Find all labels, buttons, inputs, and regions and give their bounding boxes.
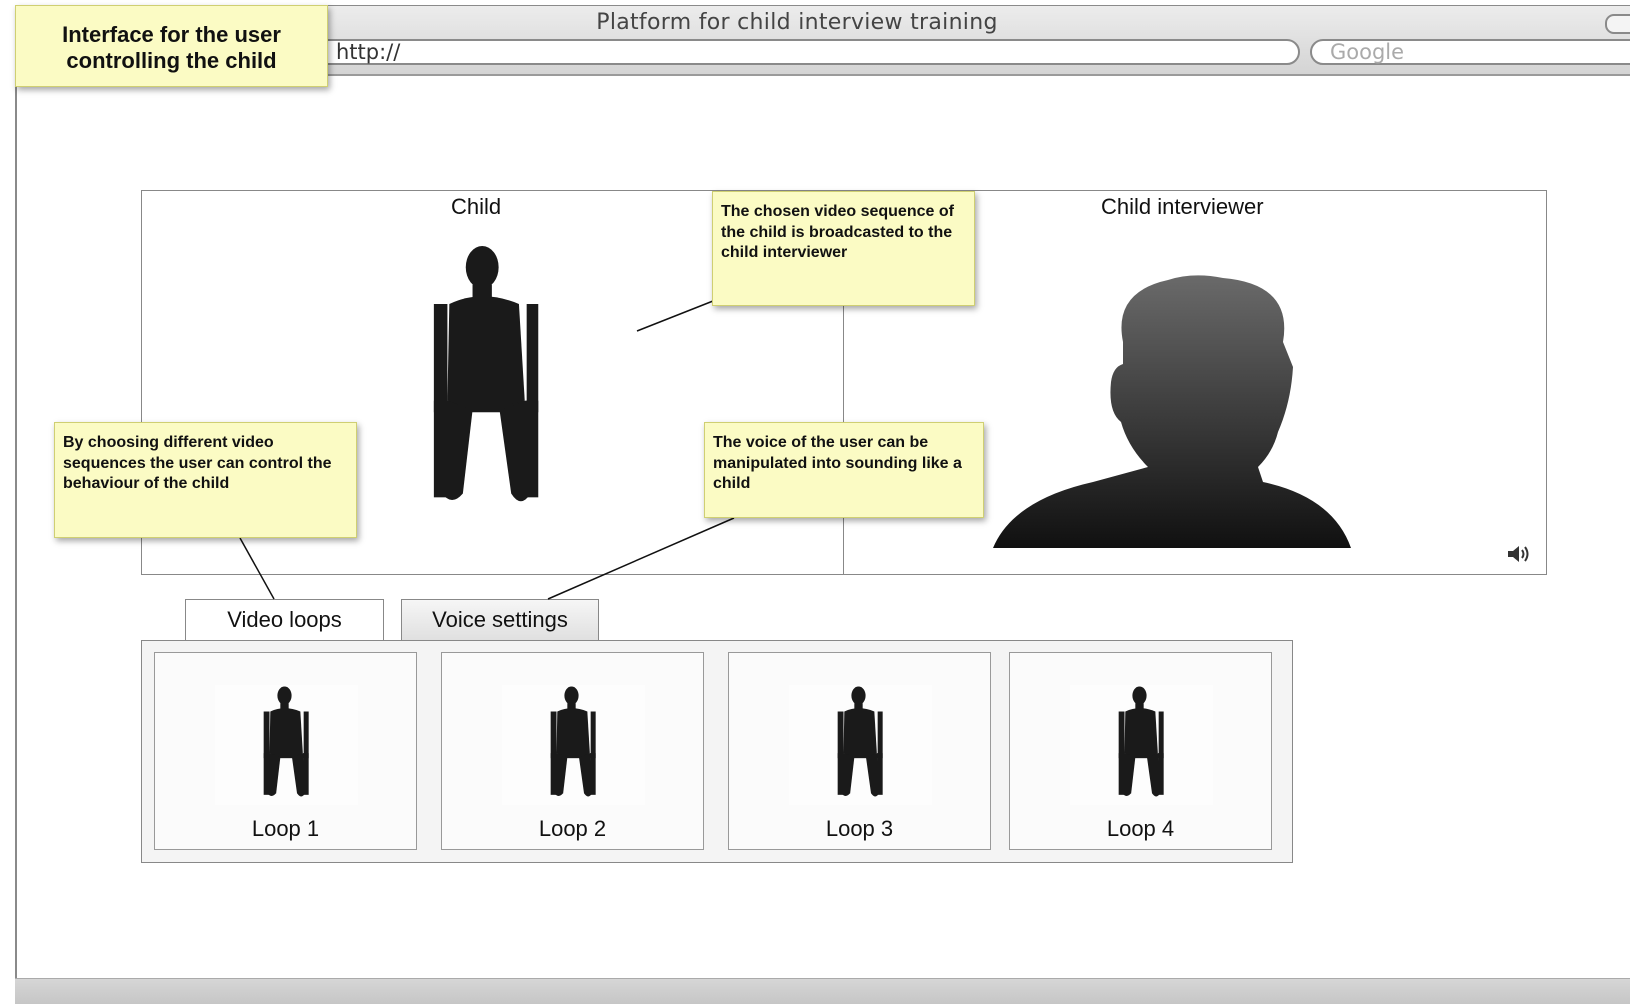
main-annotation-note: Interface for the user controlling the c… <box>15 5 328 87</box>
behaviour-annotation-note: By choosing different video sequences th… <box>54 422 357 538</box>
loop-label: Loop 1 <box>251 816 320 841</box>
loop-label: Loop 2 <box>538 816 607 841</box>
tab-voice-settings[interactable]: Voice settings <box>401 599 599 640</box>
child-silhouette-icon <box>262 685 312 813</box>
child-video-label: Child <box>451 194 502 219</box>
search-input[interactable]: Google <box>1310 39 1630 65</box>
window-toolbar-toggle[interactable] <box>1605 14 1630 34</box>
loop-label: Loop 4 <box>1106 816 1175 841</box>
speaker-icon[interactable] <box>1507 544 1531 564</box>
child-silhouette-icon <box>1117 685 1167 813</box>
loop-thumbnail <box>215 685 358 805</box>
tab-video-loops[interactable]: Video loops <box>185 599 384 640</box>
broadcast-annotation-note: The chosen video sequence of the child i… <box>712 191 975 306</box>
loop-card-2[interactable]: Loop 2 <box>441 652 704 850</box>
loop-card-4[interactable]: Loop 4 <box>1009 652 1272 850</box>
loop-card-1[interactable]: Loop 1 <box>154 652 417 850</box>
loop-thumbnail <box>789 685 932 805</box>
interviewer-video-label: Child interviewer <box>1101 194 1264 219</box>
head-silhouette-icon <box>993 275 1351 548</box>
voice-annotation-note: The voice of the user can be manipulated… <box>704 422 984 518</box>
loop-thumbnail <box>502 685 645 805</box>
url-input[interactable]: http:// <box>222 39 1300 65</box>
child-silhouette-icon <box>549 685 599 813</box>
child-silhouette-icon <box>836 685 886 813</box>
loop-label: Loop 3 <box>825 816 894 841</box>
loop-thumbnail <box>1070 685 1213 805</box>
child-silhouette-icon <box>428 246 548 536</box>
status-bar <box>15 978 1630 1004</box>
loop-card-3[interactable]: Loop 3 <box>728 652 991 850</box>
